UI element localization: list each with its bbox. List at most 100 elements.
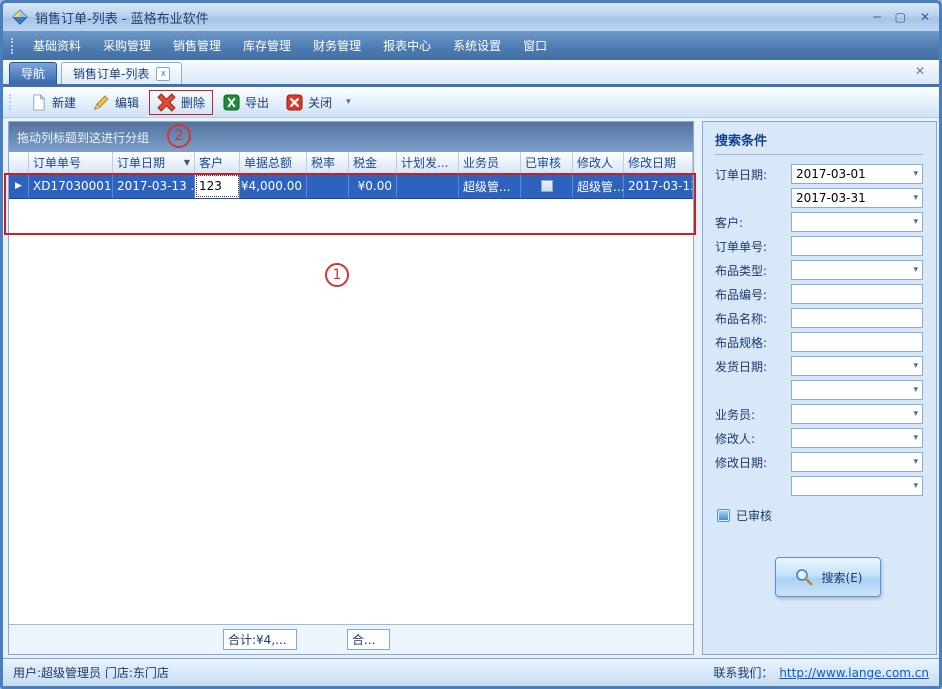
search-field-row: 订单日期: 2017-03-01 ▾ <box>715 164 923 184</box>
search-field-control[interactable]: ▾ <box>791 284 923 304</box>
cell-modified-date: 2017-03-13 <box>624 174 693 198</box>
order-row-selected[interactable]: ▶ XD17030001 2017-03-13 ... 123 ¥4,000.0… <box>9 174 693 199</box>
cell-customer-editor[interactable]: 123 <box>195 174 240 198</box>
close-view-button-label: 关闭 <box>308 94 332 111</box>
status-bar: 用户:超级管理员 门店:东门店 联系我们： http://www.lange.c… <box>3 658 939 686</box>
menu-item[interactable]: 基础资料 <box>22 32 92 59</box>
combo-arrow-icon[interactable]: ▾ <box>913 409 918 419</box>
combo-arrow-icon[interactable]: ▾ <box>913 193 918 203</box>
column-header[interactable]: 订单单号 <box>29 152 113 173</box>
search-field-control[interactable]: ▾ <box>791 308 923 328</box>
maximize-button[interactable]: ▢ <box>895 11 906 23</box>
combo-arrow-icon[interactable]: ▾ <box>913 169 918 179</box>
search-field-row: 布品名称: ▾ <box>715 308 923 328</box>
close-view-button[interactable]: 关闭 <box>279 92 339 113</box>
combo-arrow-icon[interactable]: ▾ <box>913 481 918 491</box>
combo-arrow-icon[interactable]: ▾ <box>913 361 918 371</box>
search-field-control[interactable]: ▾ <box>791 260 923 280</box>
new-button[interactable]: 新建 <box>23 92 83 113</box>
cell-modified-by: 超级管... <box>573 174 624 198</box>
combo-arrow-icon[interactable]: ▾ <box>913 217 918 227</box>
combo-arrow-icon[interactable]: ▾ <box>913 265 918 275</box>
window-title: 销售订单-列表 - 蓝格布业软件 <box>35 8 866 27</box>
column-header[interactable]: 税率 <box>307 152 349 173</box>
menu-item[interactable]: 销售管理 <box>162 32 232 59</box>
combo-arrow-icon[interactable]: ▾ <box>913 457 918 467</box>
approved-filter-row: 已审核 <box>717 507 923 524</box>
search-field-control[interactable]: ▾ <box>791 212 923 232</box>
tab-navigation[interactable]: 导航 <box>9 62 57 84</box>
search-field-control[interactable]: ▾ <box>791 404 923 424</box>
column-header[interactable]: 订单日期 ▼ <box>113 152 195 173</box>
column-header-label: 订单单号 <box>33 154 81 171</box>
website-link[interactable]: http://www.lange.com.cn <box>779 666 929 680</box>
search-field-control[interactable]: 2017-03-01 ▾ <box>791 164 923 184</box>
combo-arrow-icon[interactable]: ▾ <box>913 385 918 395</box>
column-header[interactable]: 计划发... <box>397 152 459 173</box>
tab-close-icon[interactable]: x <box>156 67 170 81</box>
search-panel: 搜索条件 订单日期: 2017-03-01 ▾ 2017 <box>702 121 937 655</box>
column-header-label: 税金 <box>353 154 377 171</box>
menu-items: 基础资料采购管理销售管理库存管理财务管理报表中心系统设置窗口 <box>22 32 558 59</box>
menu-grip <box>11 38 15 54</box>
column-header[interactable]: 税金 <box>349 152 397 173</box>
search-field-control[interactable]: ▾ <box>791 332 923 352</box>
column-header[interactable]: 修改人 <box>573 152 624 173</box>
column-header[interactable]: 单据总额 <box>240 152 307 173</box>
summary-amount: 合计:¥4,... <box>223 629 297 650</box>
menu-item[interactable]: 财务管理 <box>302 32 372 59</box>
group-hint-text: 拖动列标题到这进行分组 <box>17 129 149 146</box>
export-button[interactable]: 导出 <box>216 92 276 113</box>
search-field-control[interactable]: ▾ <box>791 356 923 376</box>
close-button[interactable]: ✕ <box>920 11 930 23</box>
edit-button-label: 编辑 <box>115 94 139 111</box>
search-field-control[interactable]: ▾ <box>791 476 923 496</box>
menu-item[interactable]: 库存管理 <box>232 32 302 59</box>
approved-checkbox[interactable] <box>541 180 553 192</box>
cell-tax-rate <box>307 174 349 198</box>
cell-tax: ¥0.00 <box>349 174 397 198</box>
search-button-label: 搜索(E) <box>822 569 863 586</box>
column-header[interactable]: 修改日期 <box>624 152 693 173</box>
tab-label: 销售订单-列表 <box>73 65 149 82</box>
excel-export-icon <box>223 94 240 111</box>
minimize-button[interactable]: ─ <box>873 11 880 23</box>
search-field-control[interactable]: 2017-03-31 ▾ <box>791 188 923 208</box>
search-field-control[interactable]: ▾ <box>791 428 923 448</box>
search-button[interactable]: 搜索(E) <box>775 557 881 597</box>
column-header[interactable]: 客户 <box>195 152 240 173</box>
delete-button-label: 删除 <box>181 94 205 111</box>
indicator-header-cell <box>9 152 29 173</box>
pencil-icon <box>93 94 110 111</box>
column-header[interactable]: 业务员 <box>459 152 521 173</box>
column-header-label: 计划发... <box>401 154 448 171</box>
menu-item[interactable]: 报表中心 <box>372 32 442 59</box>
search-field-control[interactable]: ▾ <box>791 452 923 472</box>
column-header-label: 已审核 <box>525 154 561 171</box>
group-by-panel[interactable]: 拖动列标题到这进行分组 <box>9 122 693 152</box>
search-field-label: 布品类型: <box>715 262 791 279</box>
tabbar-close-icon[interactable]: ✕ <box>915 64 931 82</box>
menu-item[interactable]: 采购管理 <box>92 32 162 59</box>
combo-arrow-icon[interactable]: ▾ <box>913 433 918 443</box>
tab-sales-order-list[interactable]: 销售订单-列表 x <box>61 62 182 84</box>
search-field-label: 布品规格: <box>715 334 791 351</box>
order-row-cells: XD17030001 2017-03-13 ... 123 ¥4,000.00 … <box>29 174 693 198</box>
approved-filter-checkbox[interactable] <box>717 509 730 522</box>
status-user-store: 用户:超级管理员 门店:东门店 <box>13 664 713 681</box>
search-field-label: 布品编号: <box>715 286 791 303</box>
search-field-control[interactable]: ▾ <box>791 380 923 400</box>
search-fields: 订单日期: 2017-03-01 ▾ 2017-03-31 ▾ <box>715 164 923 500</box>
search-field-row: 布品类型: ▾ <box>715 260 923 280</box>
menu-item[interactable]: 窗口 <box>512 32 558 59</box>
delete-button[interactable]: 删除 <box>150 91 212 114</box>
column-headers: 订单单号 订单日期 ▼ 客户 <box>29 152 693 173</box>
menu-item[interactable]: 系统设置 <box>442 32 512 59</box>
tab-label: 导航 <box>21 65 45 82</box>
edit-button[interactable]: 编辑 <box>86 92 146 113</box>
search-field-control[interactable]: ▾ <box>791 236 923 256</box>
cell-approved <box>521 174 573 198</box>
column-header[interactable]: 已审核 <box>521 152 573 173</box>
grid-summary-row: 合计:¥4,... 合... <box>9 624 693 654</box>
toolbar-dropdown-icon[interactable]: ▾ <box>342 97 355 107</box>
